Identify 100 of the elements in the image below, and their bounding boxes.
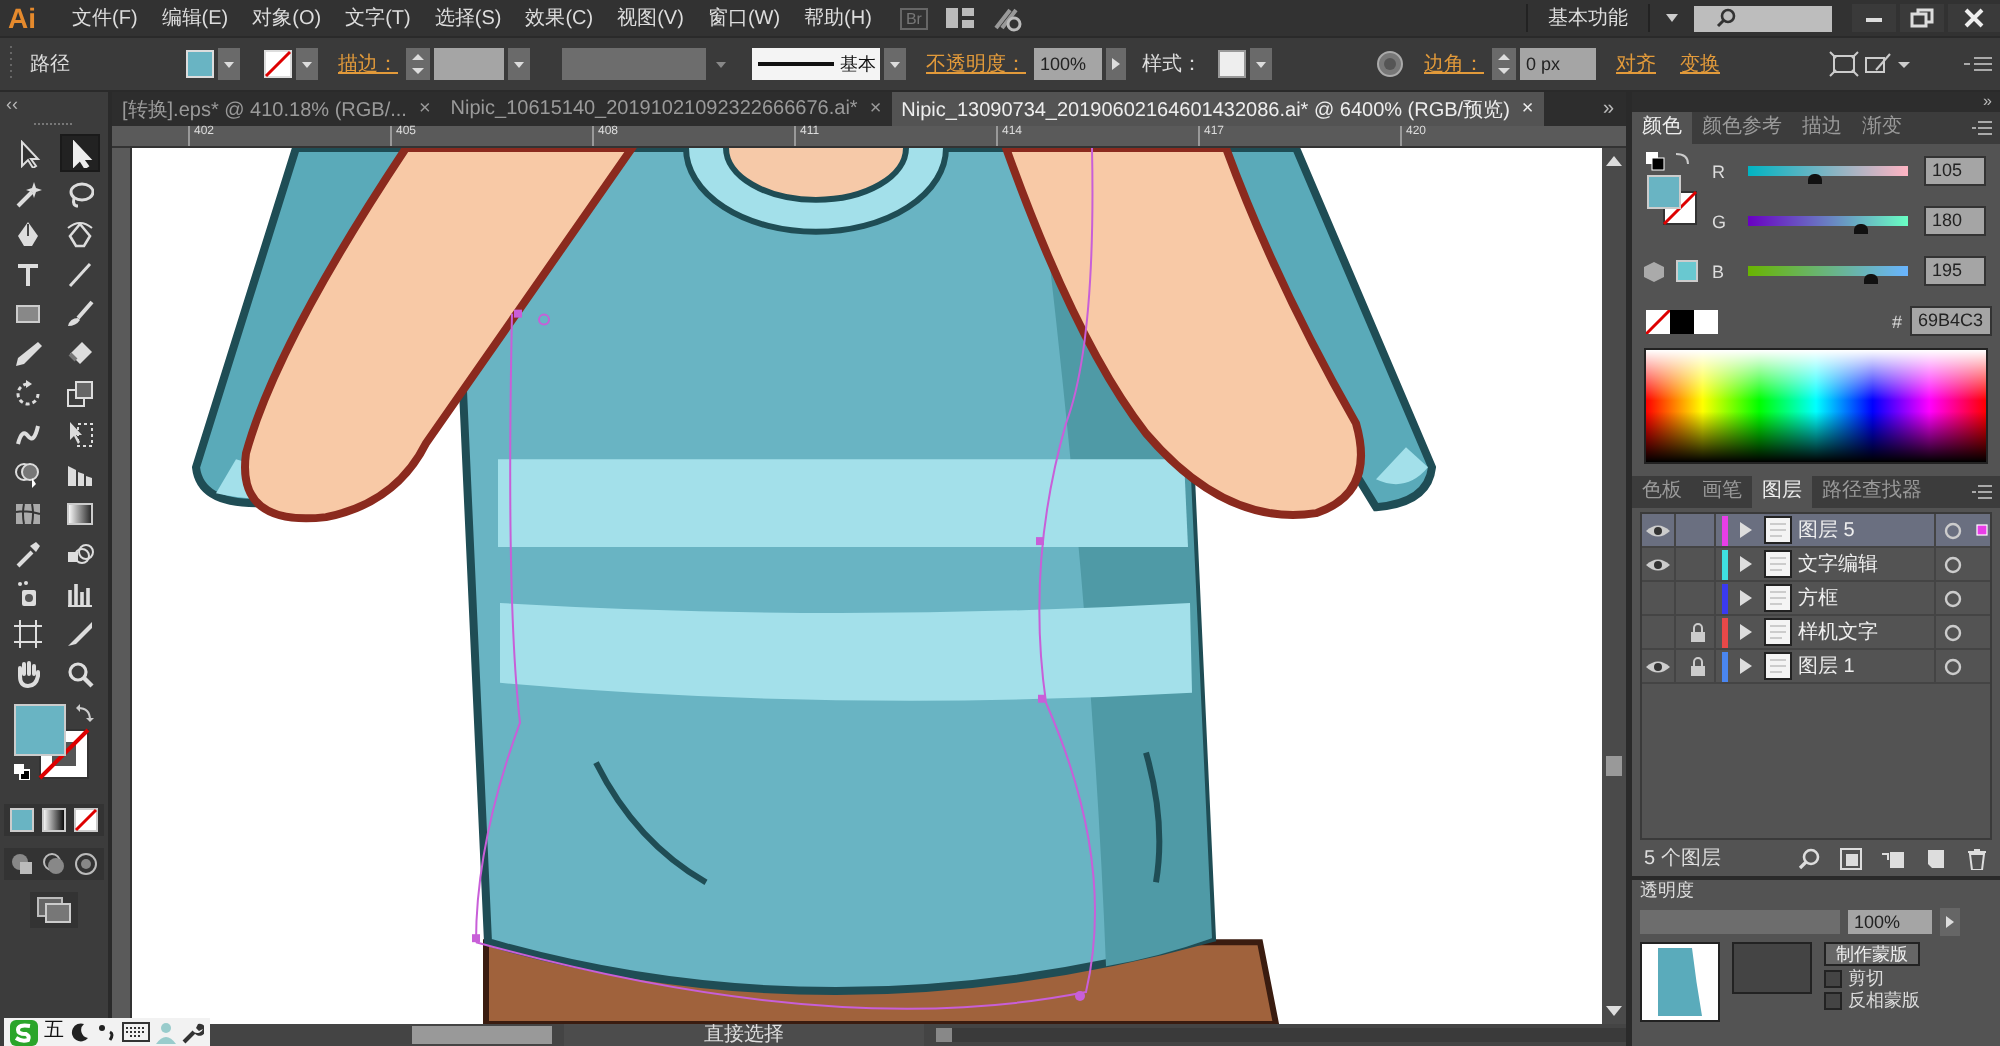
fill-swatch[interactable] — [14, 704, 66, 756]
spinner-icon[interactable] — [1492, 48, 1516, 80]
search-icon[interactable] — [1798, 847, 1820, 869]
document-tab[interactable]: Nipic_10615140_20191021092322666676.ai* × — [440, 92, 892, 126]
checkbox[interactable] — [1824, 969, 1842, 987]
color-spectrum[interactable] — [1644, 348, 1988, 464]
keyboard-icon[interactable] — [122, 1022, 150, 1042]
punctuation-icon[interactable] — [96, 1022, 116, 1042]
spinner-icon[interactable] — [406, 48, 430, 80]
menu-item[interactable]: 窗口(W) — [695, 4, 793, 32]
layer-row[interactable]: 文字编辑 — [1642, 548, 1990, 582]
more-tabs-button[interactable]: » — [1602, 98, 1614, 120]
opacity-field[interactable]: 100% — [1848, 910, 1932, 934]
layout-icon[interactable] — [943, 6, 976, 30]
close-tab-button[interactable]: × — [869, 98, 882, 120]
moon-icon[interactable] — [70, 1022, 90, 1042]
document-tab[interactable]: [转换].eps* @ 410.18% (RGB/... × — [112, 92, 441, 126]
target-circle-icon[interactable] — [1943, 657, 1961, 675]
swatch[interactable] — [1694, 309, 1718, 333]
recolor-icon[interactable] — [1376, 50, 1404, 78]
vertical-scrollbar[interactable] — [1602, 148, 1626, 1024]
target-circle-icon[interactable] — [1943, 521, 1961, 539]
eye-icon[interactable] — [1644, 521, 1672, 539]
menu-item[interactable]: 文件(F) — [60, 4, 150, 32]
stroke-link[interactable]: 描边： — [338, 50, 398, 78]
close-icon[interactable] — [1948, 4, 2000, 32]
panel-tab[interactable]: 路径查找器 — [1812, 476, 1932, 508]
make-mask-button[interactable]: 制作蒙版 — [1824, 942, 1920, 966]
hex-field[interactable]: 69B4C3 — [1910, 306, 1992, 336]
channel-value-field[interactable]: 105 — [1924, 156, 1986, 186]
search-field[interactable] — [1694, 5, 1832, 31]
draw-normal-icon[interactable] — [10, 852, 34, 876]
trash-icon[interactable] — [1966, 847, 1988, 869]
menu-item[interactable]: 效果(C) — [513, 4, 606, 32]
new-layer-icon[interactable] — [1924, 847, 1946, 869]
layer-row[interactable]: 方框 — [1642, 582, 1990, 616]
panel-tab[interactable]: 图层 — [1752, 476, 1812, 508]
horizontal-scrollbar[interactable] — [936, 1028, 1626, 1042]
collapse-panels-button[interactable]: » — [1983, 92, 1992, 112]
stroke-weight-field[interactable] — [434, 48, 504, 80]
close-tab-button[interactable]: × — [418, 98, 431, 120]
artboard-tool-button[interactable] — [8, 614, 48, 652]
none-swatch[interactable] — [1646, 309, 1670, 333]
menu-item[interactable]: 帮助(H) — [792, 4, 884, 32]
gradient-mode-icon[interactable] — [42, 808, 66, 832]
layer-name[interactable]: 文字编辑 — [1798, 550, 1878, 578]
opacity-field[interactable]: 100% — [1034, 48, 1102, 80]
menu-item[interactable]: 对象(O) — [240, 4, 334, 32]
corner-radius-field[interactable]: 0 px — [1520, 48, 1596, 80]
opacity-link[interactable]: 不透明度： — [926, 50, 1026, 78]
draw-inside-icon[interactable] — [74, 852, 98, 876]
close-tab-button[interactable]: × — [1521, 98, 1534, 120]
panel-tab[interactable]: 颜色 — [1632, 112, 1692, 144]
layer-name[interactable]: 方框 — [1798, 584, 1838, 612]
panel-menu-icon[interactable] — [1972, 120, 1992, 136]
panel-tab[interactable]: 描边 — [1792, 112, 1852, 144]
lock-icon[interactable] — [1690, 622, 1706, 642]
color-mode-icon[interactable] — [10, 808, 34, 832]
panel-tab[interactable]: 渐变 — [1852, 112, 1912, 144]
variable-width-field[interactable] — [562, 48, 706, 80]
layer-name[interactable]: 样机文字 — [1798, 618, 1878, 646]
corner-link[interactable]: 边角： — [1424, 50, 1484, 78]
ime-mode-button[interactable]: 五 — [44, 1020, 64, 1044]
new-sublayer-icon[interactable] — [1882, 847, 1904, 869]
swap-arrows-icon[interactable] — [74, 704, 94, 724]
select-similar-icon[interactable] — [1864, 50, 1912, 78]
expand-triangle-icon[interactable] — [1740, 624, 1752, 640]
wrench-icon[interactable] — [182, 1021, 204, 1043]
expand-triangle-icon[interactable] — [1740, 590, 1752, 606]
eye-icon[interactable] — [1644, 657, 1672, 675]
default-colors-icon[interactable] — [14, 764, 30, 780]
scroll-thumb[interactable] — [1606, 756, 1622, 776]
panel-tab[interactable]: 颜色参考 — [1692, 112, 1792, 144]
collapse-button[interactable]: ‹‹ — [6, 96, 18, 114]
stroke-profile-field[interactable]: 基本 — [752, 48, 880, 80]
layer-row[interactable]: 样机文字 — [1642, 616, 1990, 650]
target-circle-icon[interactable] — [1943, 555, 1961, 573]
screen-mode-icon[interactable] — [36, 896, 72, 924]
style-swatch[interactable] — [1218, 50, 1246, 78]
target-circle-icon[interactable] — [1943, 589, 1961, 607]
isolate-icon[interactable] — [1828, 50, 1860, 78]
layer-name[interactable]: 图层 5 — [1798, 516, 1855, 544]
blend-mode-field[interactable] — [1640, 910, 1840, 934]
panel-menu-icon[interactable] — [1972, 484, 1992, 500]
panel-menu-icon[interactable] — [1964, 54, 1992, 74]
stroke-none-swatch[interactable] — [264, 50, 292, 78]
direct-selection-tool-button[interactable] — [60, 134, 100, 172]
lock-icon[interactable] — [1690, 656, 1706, 676]
restore-icon[interactable] — [1900, 4, 1944, 32]
eye-icon[interactable] — [1644, 555, 1672, 573]
draw-behind-icon[interactable] — [42, 852, 66, 876]
menu-item[interactable]: 文字(T) — [333, 4, 423, 32]
dropdown-arrow-icon[interactable] — [1666, 14, 1678, 22]
swatch[interactable] — [1670, 309, 1694, 333]
expand-triangle-icon[interactable] — [1740, 556, 1752, 572]
layer-row[interactable]: 图层 5 — [1642, 514, 1990, 548]
slider-thumb[interactable] — [1864, 274, 1879, 284]
expand-triangle-icon[interactable] — [1740, 522, 1752, 538]
target-circle-icon[interactable] — [1943, 623, 1961, 641]
layer-name[interactable]: 图层 1 — [1798, 652, 1855, 680]
